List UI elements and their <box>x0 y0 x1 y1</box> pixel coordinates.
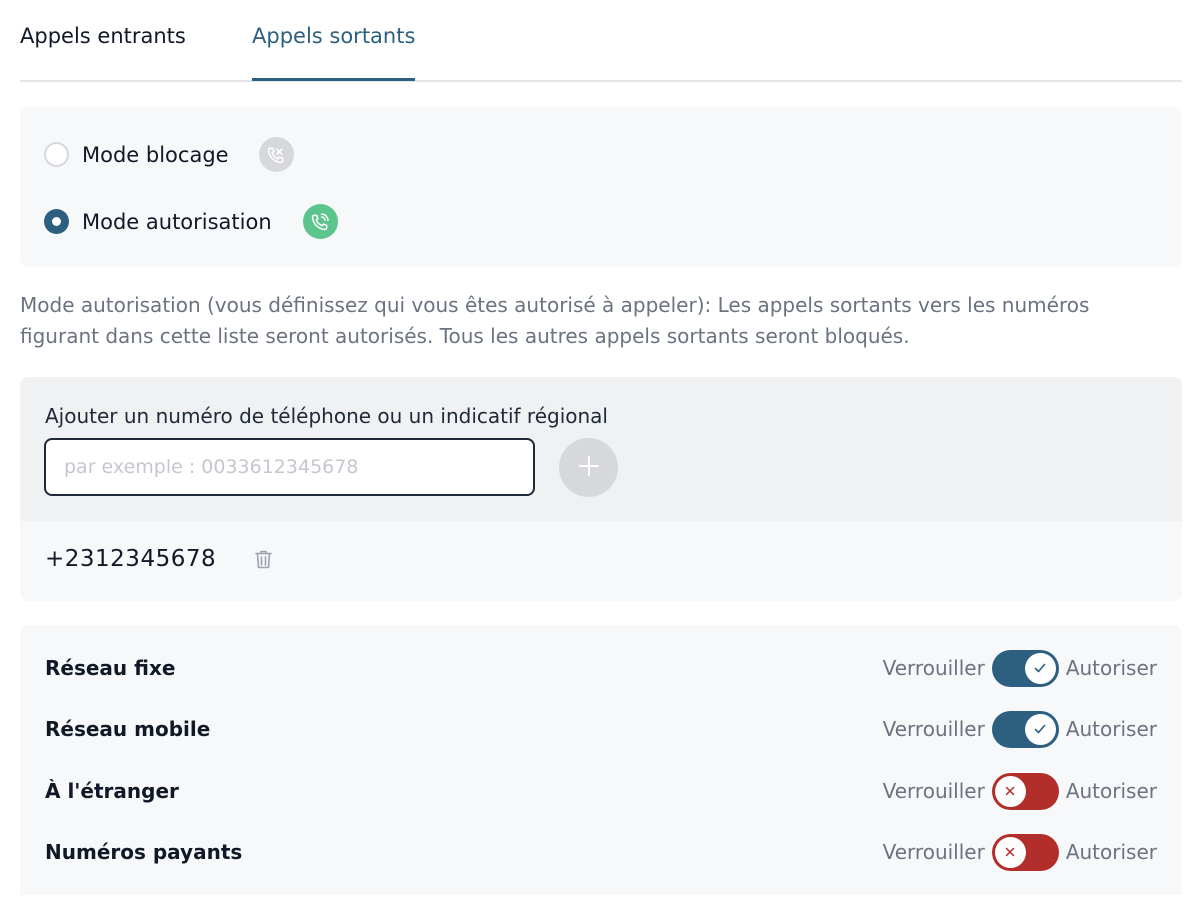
check-icon <box>1024 713 1056 745</box>
network-toggle-payants[interactable] <box>991 833 1059 871</box>
mode-autorisation-option[interactable]: Mode autorisation <box>44 204 338 239</box>
toggle-group: Verrouiller Autoriser <box>882 649 1157 687</box>
lock-label: Verrouiller <box>882 717 985 741</box>
network-row-etranger: À l'étranger Verrouiller Autoriser <box>45 772 1157 810</box>
network-name: Réseau fixe <box>45 656 176 680</box>
mode-blocage-radio[interactable] <box>44 142 69 167</box>
plus-icon <box>578 455 600 480</box>
network-name: À l'étranger <box>45 779 179 803</box>
phone-blocked-icon <box>258 137 294 172</box>
trash-icon[interactable] <box>252 548 274 570</box>
mode-autorisation-label: Mode autorisation <box>82 209 272 234</box>
network-row-fixe: Réseau fixe Verrouiller Autoriser <box>45 649 1157 687</box>
phone-number-input[interactable] <box>44 438 535 496</box>
lock-label: Verrouiller <box>882 840 985 864</box>
check-icon <box>1024 652 1056 684</box>
phone-allowed-icon <box>302 204 338 239</box>
phone-number-value: +2312345678 <box>45 546 217 572</box>
allow-label: Autoriser <box>1065 779 1157 803</box>
close-icon <box>994 836 1026 868</box>
toggle-group: Verrouiller Autoriser <box>882 833 1157 871</box>
mode-description: Mode autorisation (vous définissez qui v… <box>20 293 1090 348</box>
network-toggle-etranger[interactable] <box>991 772 1059 810</box>
lock-label: Verrouiller <box>882 656 985 680</box>
lock-label: Verrouiller <box>882 779 985 803</box>
mode-autorisation-radio[interactable] <box>44 209 69 234</box>
network-name: Réseau mobile <box>45 717 211 741</box>
allow-label: Autoriser <box>1065 840 1157 864</box>
network-row-mobile: Réseau mobile Verrouiller Autoriser <box>45 710 1157 748</box>
add-number-panel: Ajouter un numéro de téléphone ou un ind… <box>20 377 1182 601</box>
allow-label: Autoriser <box>1065 656 1157 680</box>
network-toggle-fixe[interactable] <box>991 649 1059 687</box>
tab-appels-sortants[interactable]: Appels sortants <box>252 22 416 81</box>
close-icon <box>994 775 1026 807</box>
tab-appels-entrants[interactable]: Appels entrants <box>20 22 186 50</box>
mode-blocage-option[interactable]: Mode blocage <box>44 137 294 172</box>
add-number-header: Ajouter un numéro de téléphone ou un ind… <box>20 377 1182 521</box>
mode-blocage-label: Mode blocage <box>82 142 229 167</box>
number-list-item: +2312345678 <box>45 546 274 572</box>
allow-label: Autoriser <box>1065 717 1157 741</box>
toggle-group: Verrouiller Autoriser <box>882 710 1157 748</box>
tab-bar: Appels entrants Appels sortants <box>20 0 1182 82</box>
add-number-button[interactable] <box>559 438 618 497</box>
network-row-payants: Numéros payants Verrouiller Autoriser <box>45 833 1157 871</box>
add-number-label: Ajouter un numéro de téléphone ou un ind… <box>45 404 608 428</box>
network-toggle-mobile[interactable] <box>991 710 1059 748</box>
toggle-group: Verrouiller Autoriser <box>882 772 1157 810</box>
network-settings: Réseau fixe Verrouiller Autoriser Réseau… <box>20 625 1182 895</box>
mode-panel: Mode blocage Mode autorisation <box>20 107 1182 267</box>
network-name: Numéros payants <box>45 840 243 864</box>
